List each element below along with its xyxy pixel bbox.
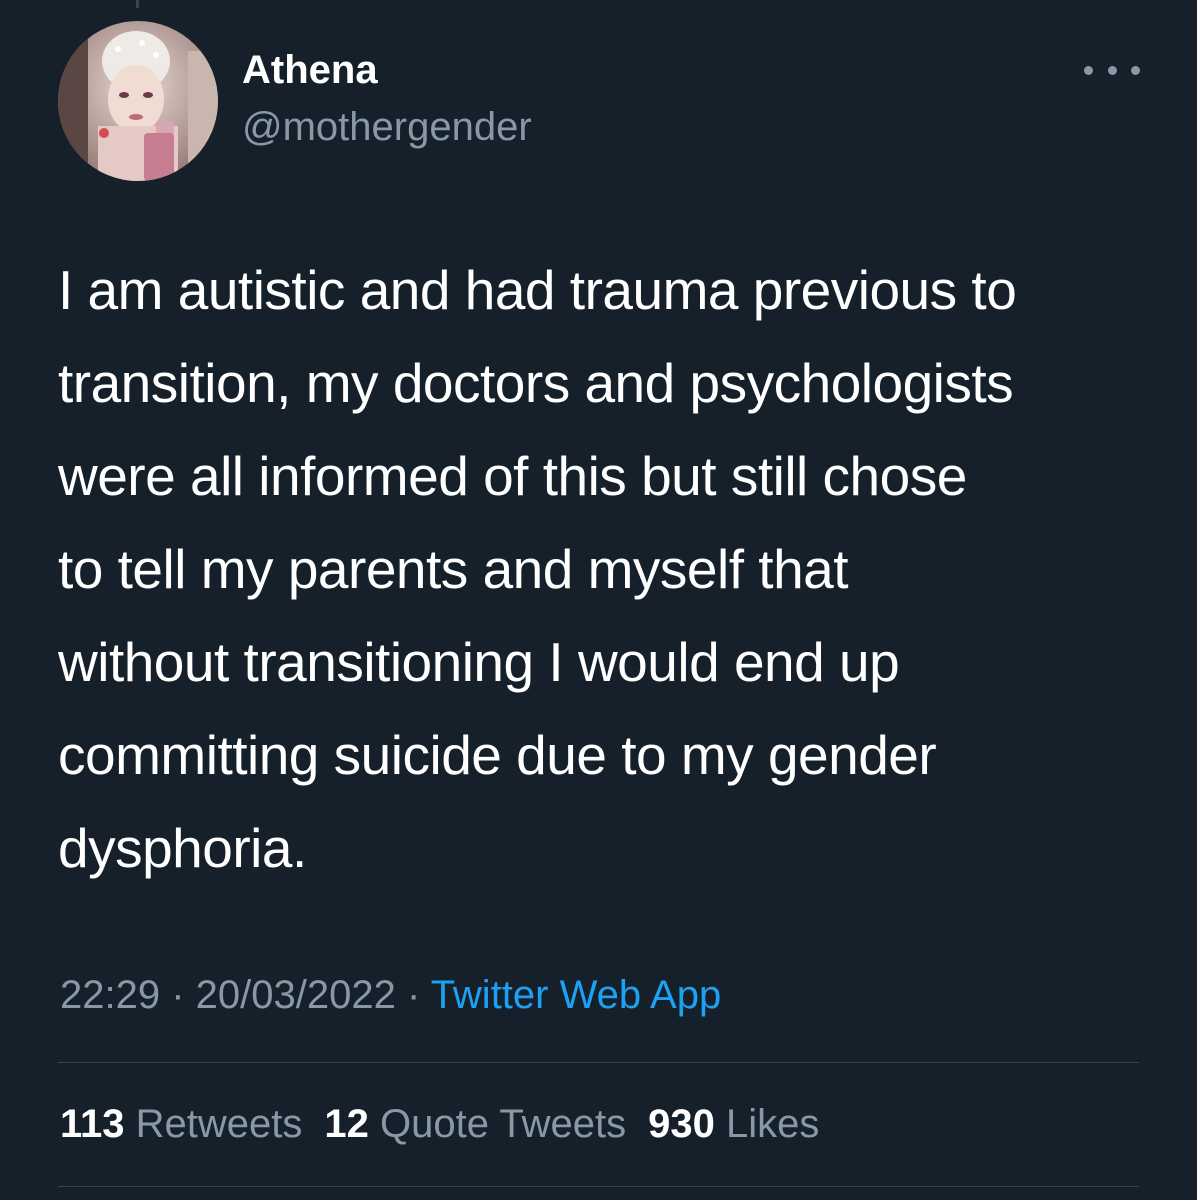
- tweet-text-line: I am autistic and had trauma previous to: [58, 259, 1017, 321]
- dot: [1131, 65, 1140, 75]
- tweet-text-line: without transitioning I would end up: [58, 631, 900, 693]
- dot: [1107, 65, 1117, 75]
- avatar-image: [58, 21, 218, 181]
- tweet-text: I am autistic and had trauma previous to…: [58, 244, 1158, 895]
- more-options-icon[interactable]: [1084, 52, 1140, 88]
- meta-separator: ·: [160, 973, 196, 1017]
- tweet-stats: 113 Retweets 12 Quote Tweets 930 Likes: [60, 1099, 841, 1149]
- tweet-source-link[interactable]: Twitter Web App: [431, 973, 722, 1017]
- user-handle[interactable]: @mothergender: [242, 103, 532, 151]
- tweet-time[interactable]: 22:29: [60, 973, 160, 1017]
- divider: [58, 1062, 1139, 1063]
- retweets-label: Retweets: [135, 1102, 303, 1146]
- tweet-text-line: to tell my parents and myself that: [58, 538, 849, 600]
- retweets-stat[interactable]: 113 Retweets: [60, 1099, 302, 1149]
- tweet-detail: Athena @mothergender I am autistic and h…: [0, 0, 1197, 1200]
- quote-tweets-label: Quote Tweets: [380, 1102, 627, 1146]
- divider: [58, 1186, 1139, 1187]
- tweet-text-line: transition, my doctors and psychologists: [58, 352, 1014, 414]
- likes-stat[interactable]: 930 Likes: [648, 1099, 819, 1149]
- thread-connector: [136, 0, 139, 8]
- quote-tweets-stat[interactable]: 12 Quote Tweets: [324, 1099, 626, 1149]
- dot: [1084, 65, 1093, 75]
- quote-tweets-count: 12: [324, 1102, 369, 1146]
- tweet-text-line: committing suicide due to my gender: [58, 724, 937, 786]
- avatar[interactable]: [58, 21, 218, 181]
- tweet-metadata: 22:29 · 20/03/2022 · Twitter Web App: [60, 970, 721, 1020]
- tweet-text-line: dysphoria.: [58, 817, 307, 879]
- likes-count: 930: [648, 1102, 715, 1146]
- tweet-text-line: were all informed of this but still chos…: [58, 445, 967, 507]
- retweets-count: 113: [60, 1102, 125, 1146]
- display-name[interactable]: Athena: [242, 46, 378, 94]
- likes-label: Likes: [725, 1102, 820, 1146]
- meta-separator: ·: [395, 973, 431, 1017]
- tweet-date[interactable]: 20/03/2022: [196, 973, 396, 1017]
